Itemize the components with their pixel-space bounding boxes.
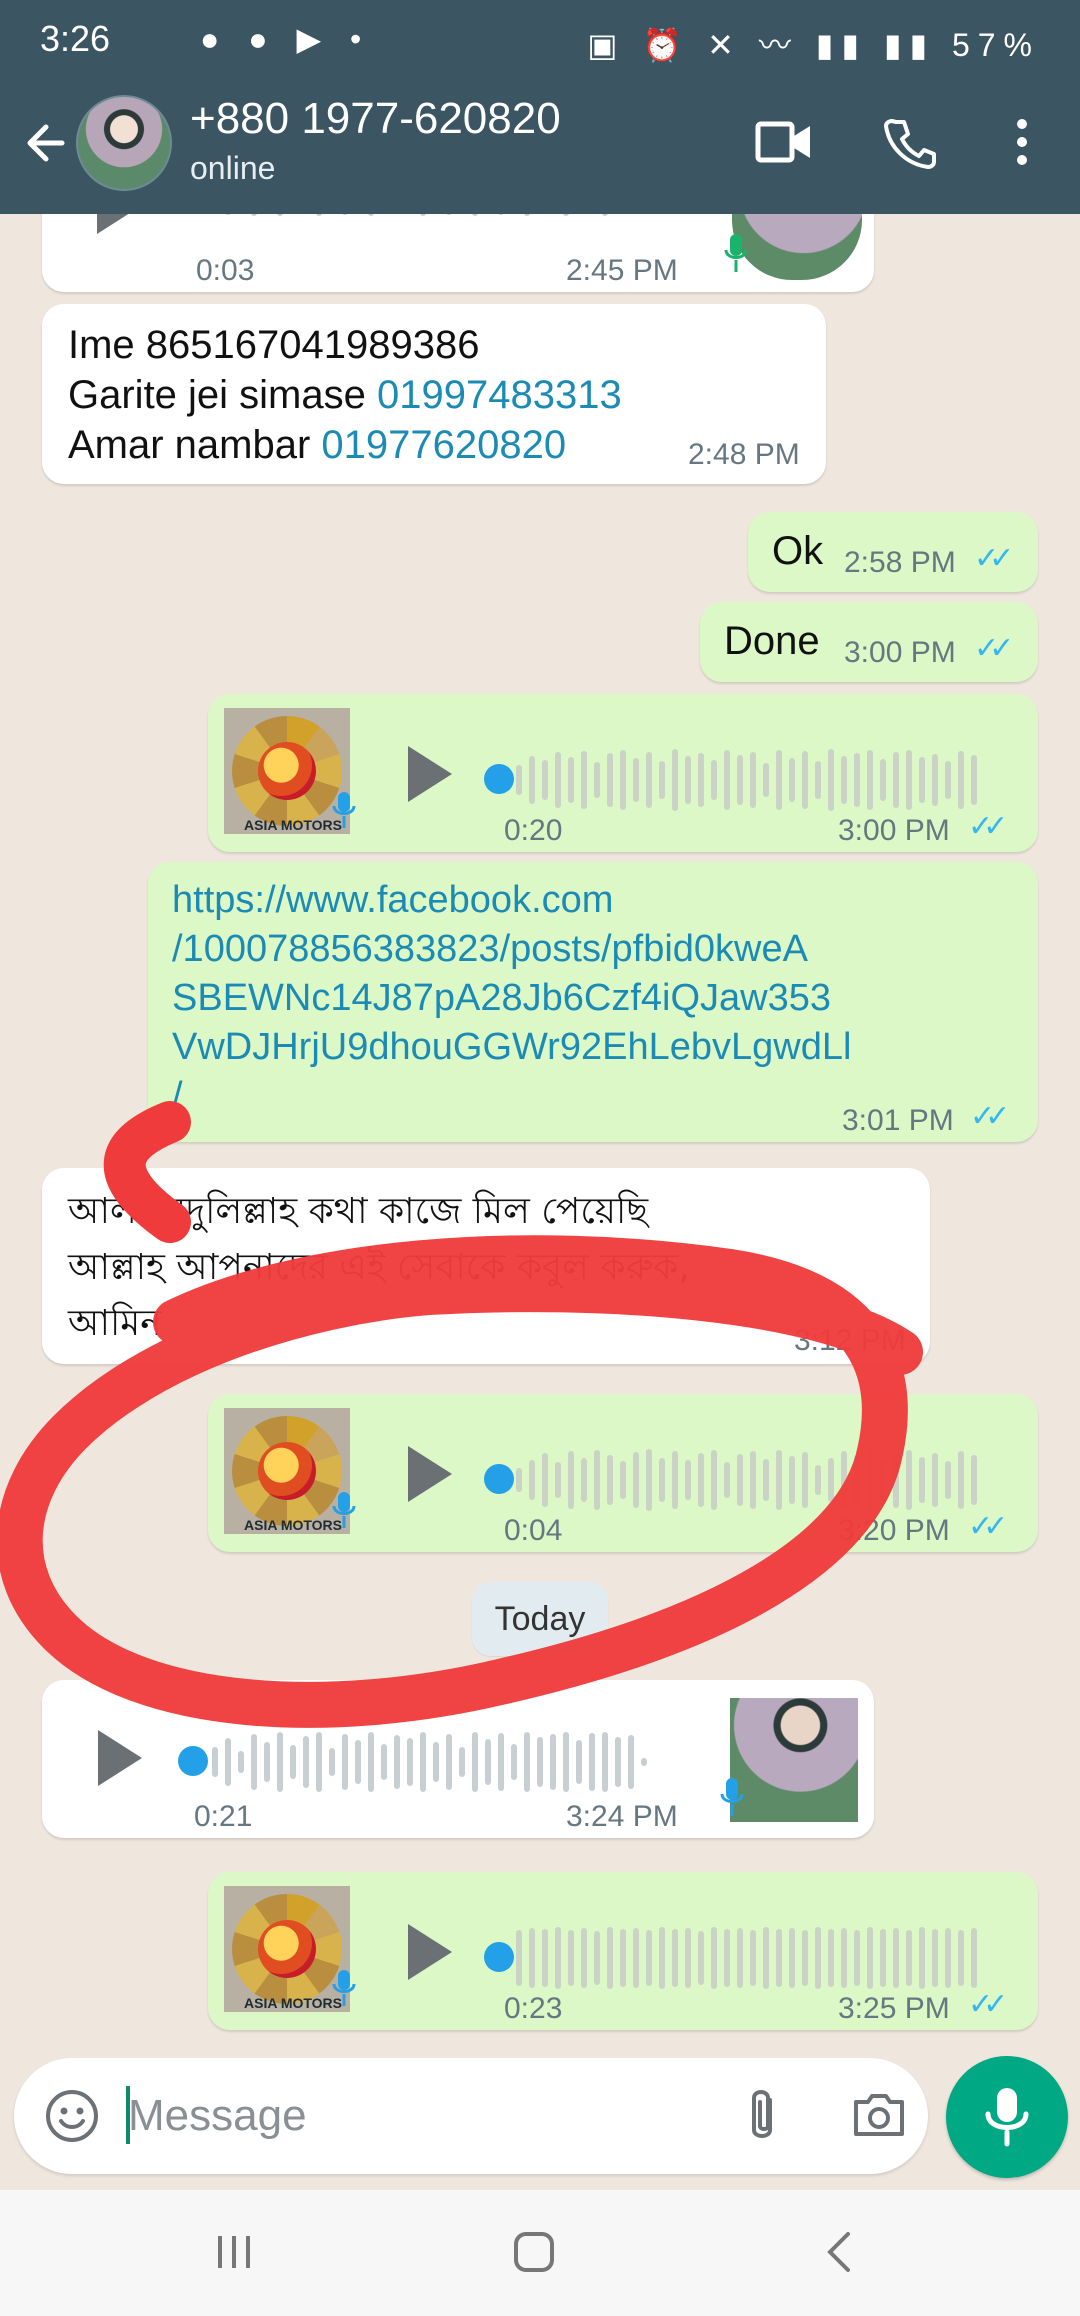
incoming-text-message[interactable]: আলহামদুলিল্লাহ কথা কাজে মিল পেয়েছি আল্ল… xyxy=(42,1168,930,1364)
message-line: আল্লাহ আপনাদের এই সেবাকে কবুল করুক, xyxy=(68,1247,690,1288)
sender-avatar-photo xyxy=(732,214,862,280)
chat-area[interactable]: 0:03 2:45 PM Ime 865167041989386 Garite … xyxy=(0,214,1080,2056)
message-time: 3:24 PM xyxy=(566,1800,678,1833)
phone-link[interactable]: 01977620820 xyxy=(321,423,566,467)
system-icons: ▣ ⏰ ✕ 〰 ▮▮ ▮▮ 57% xyxy=(587,27,1040,63)
logo-text: ASIA MOTORS xyxy=(244,1995,343,2011)
link-line[interactable]: SBEWNc14J87pA28Jb6Czf4iQJaw353 xyxy=(172,974,851,1023)
message-line: Amar nambar 01977620820 xyxy=(68,420,622,470)
link-line[interactable]: VwDJHrjU9dhouGGWr92EhLebvLgwdLl xyxy=(172,1023,851,1072)
facebook-link[interactable]: https://www.facebook.com /10007885638382… xyxy=(172,876,851,1121)
message-time: 2:45 PM xyxy=(566,254,678,287)
contact-avatar[interactable] xyxy=(76,95,172,191)
message-line: আমিন xyxy=(68,1303,162,1344)
message-text: Ok xyxy=(772,529,824,573)
emoji-icon[interactable] xyxy=(44,2088,100,2149)
voice-call-icon[interactable] xyxy=(882,114,938,175)
message-text-part: Garite jei simase xyxy=(68,373,377,417)
message-text: Ime 865167041989386 Garite jei simase 01… xyxy=(68,320,622,470)
play-icon[interactable] xyxy=(408,746,452,802)
incoming-voice-message[interactable]: 0:21 3:24 PM xyxy=(42,1680,874,1838)
voice-duration: 0:04 xyxy=(504,1514,563,1547)
playback-position[interactable] xyxy=(484,764,514,794)
message-composer xyxy=(14,2058,928,2174)
recent-apps-icon[interactable] xyxy=(212,2230,256,2285)
play-icon[interactable] xyxy=(98,1730,142,1786)
message-time: 3:01 PM xyxy=(842,1104,954,1137)
voice-duration: 0:20 xyxy=(504,814,563,847)
microphone-icon xyxy=(724,234,748,272)
message-line: Ime 865167041989386 xyxy=(68,323,480,367)
voice-waveform xyxy=(212,1722,647,1802)
logo-text: ASIA MOTORS xyxy=(244,1517,343,1533)
message-text-part: Amar nambar xyxy=(68,423,322,467)
link-line[interactable]: https://www.facebook.com xyxy=(172,876,851,925)
message-time: 3:00 PM xyxy=(844,636,956,669)
voice-record-button[interactable] xyxy=(946,2056,1068,2178)
read-receipt-icon: ✓✓ xyxy=(968,810,1008,843)
asia-motors-logo: ASIA MOTORS xyxy=(224,1408,350,1534)
play-icon[interactable] xyxy=(408,1924,452,1980)
microphone-icon xyxy=(720,1778,744,1816)
outgoing-voice-message[interactable]: ASIA MOTORS 0:04 3:20 PM ✓✓ xyxy=(208,1394,1038,1552)
message-line: Garite jei simase 01997483313 xyxy=(68,370,622,420)
asia-motors-logo: ASIA MOTORS xyxy=(224,708,350,834)
phone-link[interactable]: 01997483313 xyxy=(377,373,622,417)
contact-status: online xyxy=(190,150,276,186)
play-icon[interactable] xyxy=(408,1446,452,1502)
outgoing-text-message[interactable]: Done 3:00 PM ✓✓ xyxy=(700,602,1038,682)
read-receipt-icon: ✓✓ xyxy=(974,542,1014,575)
voice-waveform xyxy=(212,214,621,218)
date-separator: Today xyxy=(472,1582,608,1656)
message-text: আলহামদুলিল্লাহ কথা কাজে মিল পেয়েছি আল্ল… xyxy=(68,1184,690,1352)
read-receipt-icon: ✓✓ xyxy=(968,1988,1008,2021)
link-line[interactable]: / xyxy=(172,1072,851,1121)
link-line[interactable]: /100078856383823/posts/pfbid0kweA xyxy=(172,925,851,974)
message-time: 2:48 PM xyxy=(688,438,800,471)
outgoing-voice-message[interactable]: ASIA MOTORS 0:23 3:25 PM ✓✓ xyxy=(208,1872,1038,2030)
playback-position[interactable] xyxy=(484,1464,514,1494)
battery-level: 57% xyxy=(951,27,1040,63)
message-line: আলহামদুলিল্লাহ কথা কাজে মিল পেয়েছি xyxy=(68,1191,649,1232)
play-icon[interactable] xyxy=(97,214,141,234)
message-time: 3:12 PM xyxy=(794,1324,906,1357)
more-options-icon[interactable] xyxy=(1010,114,1034,175)
back-arrow-icon[interactable] xyxy=(22,115,70,176)
message-input[interactable] xyxy=(126,2083,690,2149)
read-receipt-icon: ✓✓ xyxy=(970,1100,1010,1133)
attach-icon[interactable] xyxy=(742,2086,782,2151)
incoming-text-message[interactable]: Ime 865167041989386 Garite jei simase 01… xyxy=(42,304,826,484)
incoming-voice-message[interactable]: 0:03 2:45 PM xyxy=(42,214,874,292)
status-time: 3:26 xyxy=(40,18,111,59)
chat-header: +880 1977-620820 online xyxy=(0,80,1080,214)
message-time: 2:58 PM xyxy=(844,546,956,579)
message-time: 3:25 PM xyxy=(838,1992,950,2025)
outgoing-voice-message[interactable]: ASIA MOTORS 0:20 3:00 PM ✓✓ xyxy=(208,694,1038,852)
voice-duration: 0:21 xyxy=(194,1800,253,1833)
read-receipt-icon: ✓✓ xyxy=(968,1510,1008,1543)
read-receipt-icon: ✓✓ xyxy=(974,632,1014,665)
asia-motors-logo: ASIA MOTORS xyxy=(224,1886,350,2012)
voice-duration: 0:03 xyxy=(196,254,255,287)
message-text: Done xyxy=(724,619,820,663)
system-navigation-bar xyxy=(0,2190,1080,2316)
outgoing-link-message[interactable]: https://www.facebook.com /10007885638382… xyxy=(148,862,1038,1142)
outgoing-text-message[interactable]: Ok 2:58 PM ✓✓ xyxy=(748,512,1038,592)
playback-position[interactable] xyxy=(178,1746,208,1776)
message-time: 3:00 PM xyxy=(838,814,950,847)
message-time: 3:20 PM xyxy=(838,1514,950,1547)
contact-name[interactable]: +880 1977-620820 xyxy=(190,94,561,144)
camera-icon[interactable] xyxy=(850,2088,908,2145)
back-icon[interactable] xyxy=(818,2230,862,2285)
microphone-icon xyxy=(985,2088,1029,2147)
home-icon[interactable] xyxy=(512,2230,556,2285)
sender-avatar-photo xyxy=(730,1698,858,1822)
status-bar: 3:26 ● ● ▶ • ▣ ⏰ ✕ 〰 ▮▮ ▮▮ 57% xyxy=(0,0,1080,80)
voice-duration: 0:23 xyxy=(504,1992,563,2025)
video-call-icon[interactable] xyxy=(752,114,816,175)
logo-text: ASIA MOTORS xyxy=(244,817,343,833)
playback-position[interactable] xyxy=(484,1942,514,1972)
notification-icons: ● ● ▶ • xyxy=(200,21,372,57)
